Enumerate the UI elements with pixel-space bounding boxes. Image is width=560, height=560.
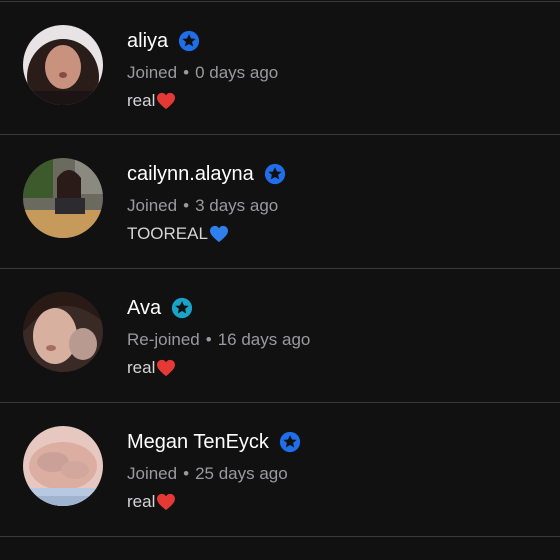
- member-name[interactable]: Ava: [127, 296, 161, 320]
- join-status: Joined: [127, 63, 178, 82]
- star-badge-icon: [264, 163, 285, 185]
- separator: •: [183, 63, 190, 82]
- avatar[interactable]: [23, 25, 103, 105]
- join-time: 0 days ago: [195, 63, 279, 82]
- join-status: Re-joined: [127, 330, 200, 349]
- member-note: real: [127, 91, 156, 110]
- red-heart-icon: [157, 359, 176, 377]
- list-item[interactable]: Megan TenEyck Joined • 25 days ago real: [0, 402, 560, 535]
- list-item[interactable]: [0, 536, 560, 560]
- join-time: 3 days ago: [195, 196, 279, 215]
- avatar[interactable]: [23, 158, 103, 238]
- red-heart-icon: [157, 92, 176, 110]
- list-item[interactable]: cailynn.alayna Joined • 3 days ago TOORE…: [0, 134, 560, 267]
- red-heart-icon: [157, 493, 176, 511]
- member-name[interactable]: Megan TenEyck: [127, 430, 269, 454]
- join-time: 25 days ago: [195, 464, 288, 483]
- member-list: aliya Joined • 0 days ago real cailynn.a…: [0, 0, 560, 560]
- member-name[interactable]: cailynn.alayna: [127, 162, 254, 186]
- member-note: real: [127, 492, 156, 511]
- separator: •: [183, 196, 190, 215]
- join-status: Joined: [127, 196, 178, 215]
- avatar[interactable]: [23, 426, 103, 506]
- join-status: Joined: [127, 464, 178, 483]
- star-badge-icon: [179, 30, 200, 52]
- separator: •: [205, 330, 212, 349]
- blue-heart-icon: [209, 225, 228, 243]
- member-note: TOOREAL: [127, 224, 208, 243]
- list-item[interactable]: aliya Joined • 0 days ago real: [0, 1, 560, 134]
- separator: •: [183, 464, 190, 483]
- avatar[interactable]: [23, 292, 103, 372]
- list-item[interactable]: Ava Re-joined • 16 days ago real: [0, 268, 560, 401]
- member-note: real: [127, 358, 156, 377]
- member-name[interactable]: aliya: [127, 29, 168, 53]
- star-badge-icon: [172, 297, 193, 319]
- star-badge-icon: [279, 431, 301, 453]
- join-time: 16 days ago: [217, 330, 311, 349]
